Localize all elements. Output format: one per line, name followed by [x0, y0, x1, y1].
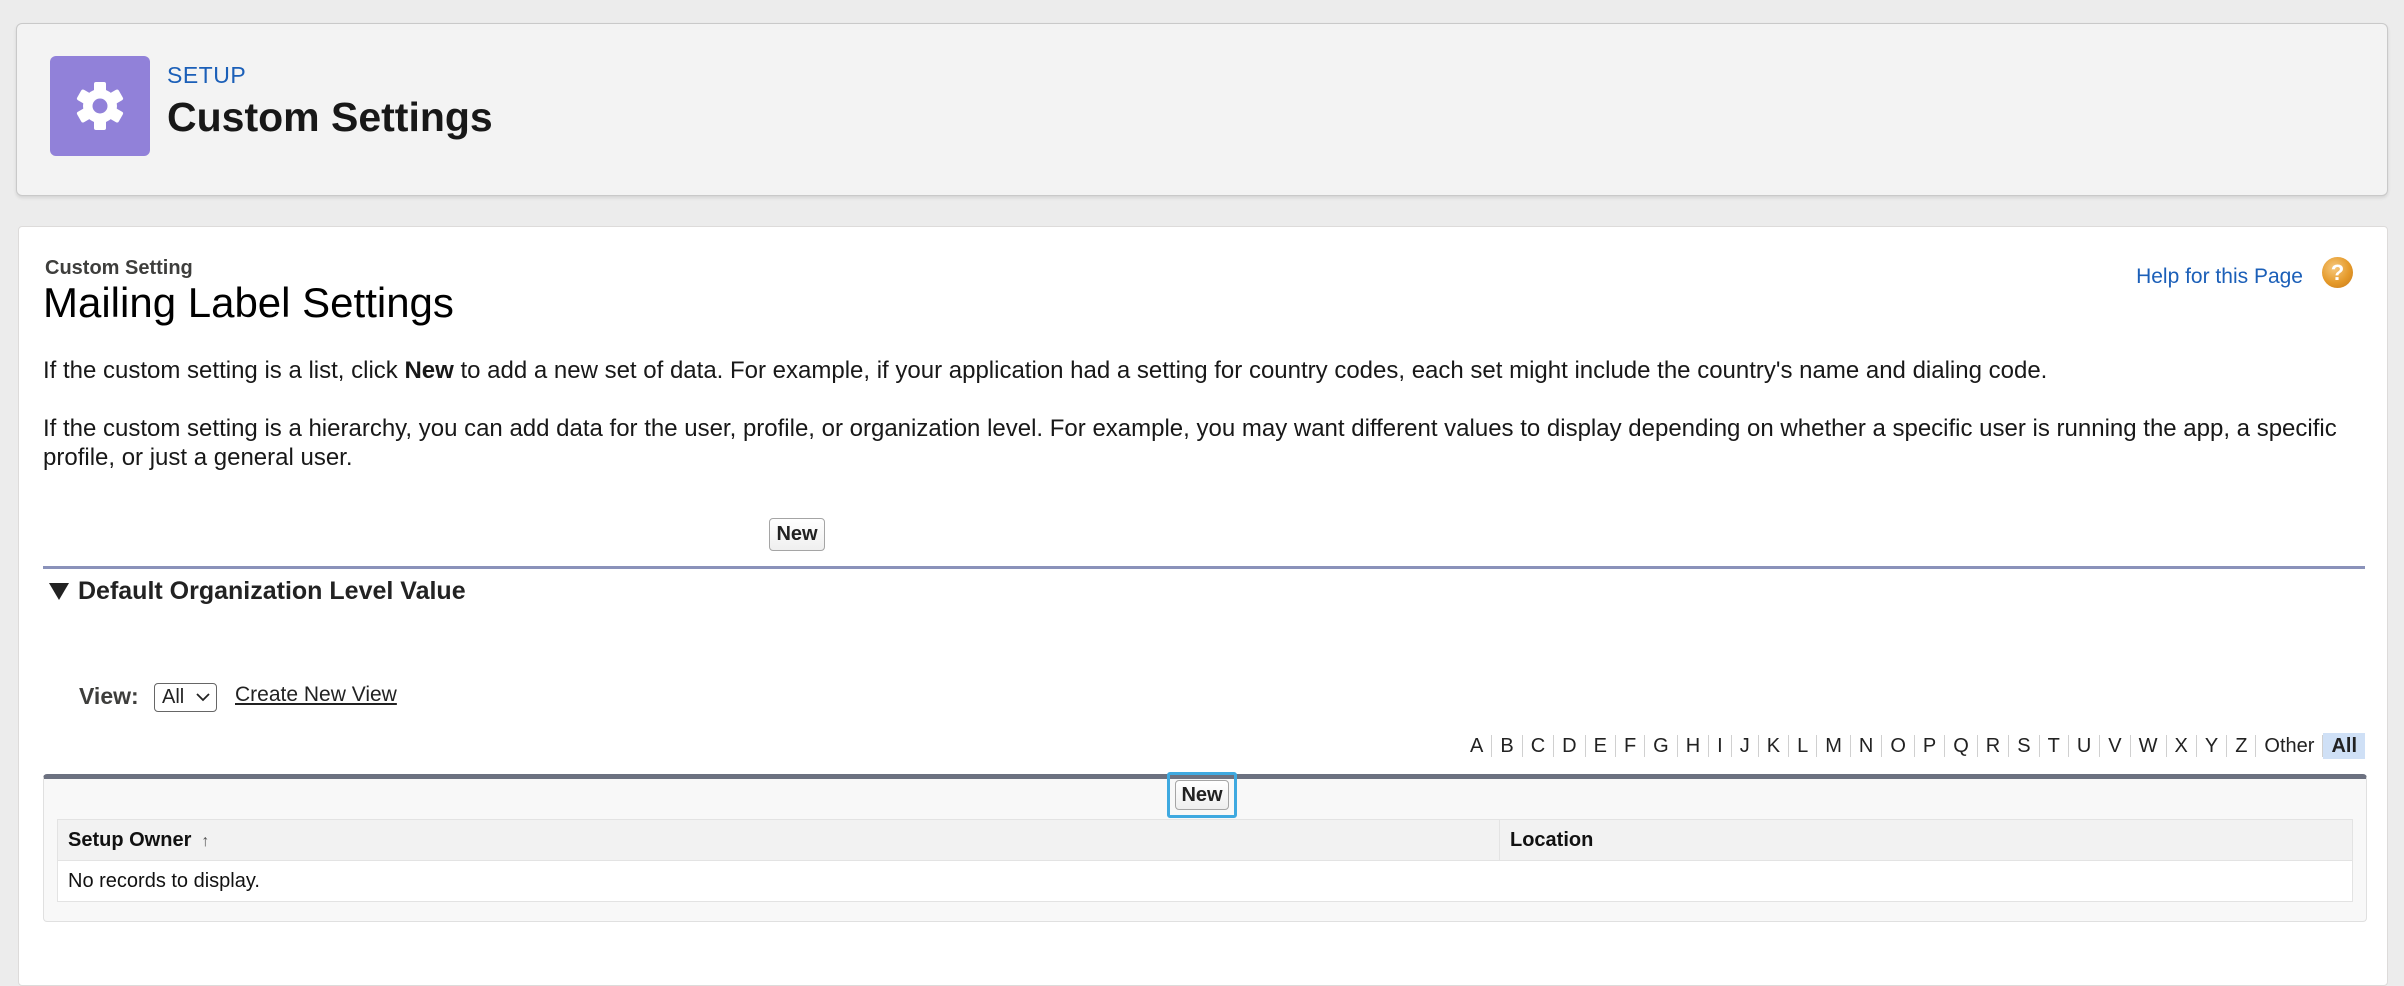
new-button[interactable]: New	[769, 518, 825, 551]
alpha-filter-m[interactable]: M	[1817, 733, 1850, 759]
alpha-filter-p[interactable]: P	[1915, 733, 1944, 759]
alpha-filter-all[interactable]: All	[2323, 733, 2365, 759]
column-label: Setup Owner	[68, 828, 192, 851]
para1-after: to add a new set of data. For example, i…	[453, 357, 2048, 384]
help-link[interactable]: Help for this Page	[2136, 265, 2303, 289]
alpha-filter-other[interactable]: Other	[2256, 733, 2322, 759]
para1-before: If the custom setting is a list, click	[43, 357, 405, 384]
alpha-filter-g[interactable]: G	[1645, 733, 1677, 759]
chevron-down-icon	[196, 693, 210, 702]
para1-bold: New	[404, 357, 454, 384]
alpha-filter-s[interactable]: S	[2009, 733, 2038, 759]
create-new-view-link[interactable]: Create New View	[235, 683, 397, 707]
header-title: Custom Settings	[167, 94, 493, 140]
sort-ascending-icon: ↑	[201, 832, 210, 850]
header-eyebrow: SETUP	[167, 62, 247, 88]
page-header: SETUP Custom Settings	[16, 23, 2388, 196]
page-title: Mailing Label Settings	[43, 279, 454, 326]
alpha-filter-h[interactable]: H	[1678, 733, 1708, 759]
records-table: Setup Owner ↑ Location No records to disp…	[57, 819, 2353, 902]
alpha-filter-l[interactable]: L	[1789, 733, 1816, 759]
list-description: If the custom setting is a list, click N…	[43, 356, 2353, 385]
alpha-filter-c[interactable]: C	[1523, 733, 1553, 759]
alpha-filter-u[interactable]: U	[2069, 733, 2099, 759]
alpha-filter-j[interactable]: J	[1732, 733, 1758, 759]
gear-icon	[50, 56, 150, 156]
breadcrumb: Custom Setting	[45, 257, 193, 279]
alpha-filter-a[interactable]: A	[1462, 733, 1491, 759]
section-title[interactable]: Default Organization Level Value	[78, 577, 466, 606]
alpha-filter-w[interactable]: W	[2131, 733, 2166, 759]
column-header-location[interactable]: Location	[1499, 819, 2353, 861]
alpha-filter-i[interactable]: I	[1709, 733, 1731, 759]
alpha-filter: A B C D E F G H I J K L M N O P Q R S T U V W X Y Z Other All	[1462, 731, 2365, 761]
column-label: Location	[1510, 828, 1594, 851]
alpha-filter-k[interactable]: K	[1759, 733, 1788, 759]
main-content: Custom Setting Mailing Label Settings He…	[18, 226, 2388, 986]
alpha-filter-x[interactable]: X	[2167, 733, 2196, 759]
alpha-filter-o[interactable]: O	[1882, 733, 1914, 759]
hierarchy-description: If the custom setting is a hierarchy, yo…	[43, 415, 2337, 471]
alpha-filter-d[interactable]: D	[1554, 733, 1584, 759]
section-divider	[43, 566, 2365, 569]
alpha-filter-r[interactable]: R	[1978, 733, 2008, 759]
table-header-row: Setup Owner ↑ Location	[57, 819, 2353, 861]
column-header-setup-owner[interactable]: Setup Owner ↑	[57, 819, 1500, 861]
collapse-triangle-icon[interactable]	[49, 583, 69, 600]
empty-message: No records to display.	[57, 860, 2353, 902]
alpha-filter-q[interactable]: Q	[1945, 733, 1977, 759]
alpha-filter-t[interactable]: T	[2040, 733, 2068, 759]
alpha-filter-f[interactable]: F	[1616, 733, 1644, 759]
help-icon[interactable]: ?	[2322, 257, 2353, 288]
alpha-filter-e[interactable]: E	[1586, 733, 1615, 759]
view-label: View:	[79, 683, 139, 709]
alpha-filter-y[interactable]: Y	[2197, 733, 2226, 759]
alpha-filter-v[interactable]: V	[2100, 733, 2129, 759]
alpha-filter-z[interactable]: Z	[2227, 733, 2255, 759]
table-row: No records to display.	[57, 860, 2353, 902]
view-select-value: All	[162, 686, 185, 708]
alpha-filter-b[interactable]: B	[1492, 733, 1521, 759]
focus-ring	[1167, 772, 1237, 818]
view-select[interactable]: All	[154, 683, 217, 712]
alpha-filter-n[interactable]: N	[1851, 733, 1881, 759]
